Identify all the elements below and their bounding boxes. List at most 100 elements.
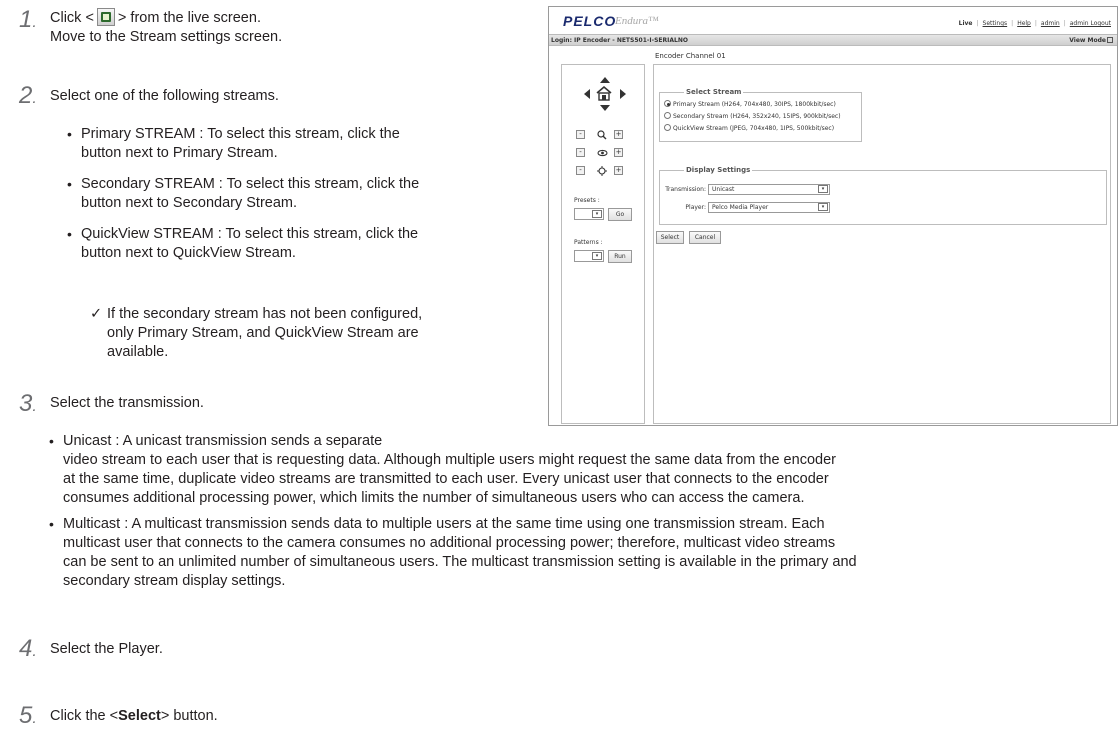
note-line: only Primary Stream, and QuickView Strea… <box>107 325 419 341</box>
step-1-text-b: > from the live screen. <box>117 10 261 26</box>
select-stream-legend: Select Stream <box>684 88 744 96</box>
ptz-panel: - + - + - + Presets : ▾ Go Patterns: ▾ … <box>561 64 645 424</box>
note-line: available. <box>107 344 169 360</box>
eye-icon <box>597 149 608 157</box>
presets-select[interactable]: ▾ <box>574 208 604 220</box>
bullet-line: at the same time, duplicate video stream… <box>63 471 829 487</box>
bullet-line: Primary STREAM : To select this stream, … <box>81 126 400 142</box>
chevron-down-icon: ▾ <box>818 185 828 193</box>
view-mode-icon[interactable] <box>1107 37 1113 43</box>
run-button[interactable]: Run <box>608 250 632 263</box>
login-bar: Login: IP Encoder - NETS501-I-SERIALNO V… <box>549 34 1117 46</box>
focus-row: - + <box>576 148 636 158</box>
transmission-bullet-unicast: • Unicast : A unicast transmission sends… <box>49 432 836 508</box>
stream-bullet-primary: • Primary STREAM : To select this stream… <box>67 125 400 163</box>
patterns-select[interactable]: ▾ <box>574 250 604 262</box>
step-number-2: 2 <box>19 82 37 110</box>
login-text: Login: IP Encoder - NETS501-I-SERIALNO <box>551 37 688 44</box>
top-links: Live | Settings | Help | admin | admin Logout <box>957 20 1113 27</box>
bullet-icon: • <box>67 126 72 142</box>
endura-logo: Endura™ <box>615 15 659 27</box>
focus-near-button[interactable]: - <box>576 148 585 157</box>
step-number-4: 4 <box>19 635 37 663</box>
player-value: Pelco Media Player <box>712 204 769 211</box>
step-number-5: 5 <box>19 702 37 730</box>
admin-link[interactable]: admin <box>1041 20 1060 27</box>
zoom-icon <box>597 130 607 140</box>
settings-link[interactable]: Settings <box>983 20 1008 27</box>
transmission-bullet-multicast: • Multicast : A multicast transmission s… <box>49 515 857 591</box>
pan-up-icon[interactable] <box>600 77 610 83</box>
transmission-label: Transmission: <box>665 186 706 193</box>
logout-link[interactable]: admin Logout <box>1070 20 1111 27</box>
display-settings-legend: Display Settings <box>684 166 753 174</box>
display-settings-group: Display Settings Transmission: Unicast ▾ … <box>659 166 1107 225</box>
link-separator: | <box>1063 20 1066 27</box>
screenshot-header: PELCO Endura™ Live | Settings | Help | admin | a… <box>549 7 1117 34</box>
chevron-down-icon: ▾ <box>818 203 828 211</box>
step-4-text: Select the Player. <box>50 641 163 657</box>
focus-far-button[interactable]: + <box>614 148 623 157</box>
bullet-icon: • <box>49 516 54 532</box>
secondary-stream-note: ✓ If the secondary stream has not been c… <box>90 305 423 362</box>
go-button[interactable]: Go <box>608 208 632 221</box>
pan-down-icon[interactable] <box>600 105 610 111</box>
link-separator: | <box>1011 20 1014 27</box>
quickview-stream-radio[interactable] <box>664 124 671 131</box>
bullet-icon: • <box>67 176 72 192</box>
transmission-select[interactable]: Unicast ▾ <box>708 184 830 195</box>
bullet-line: can be sent to an unlimited number of si… <box>63 554 857 570</box>
view-mode[interactable]: View Mode <box>1069 37 1113 44</box>
check-icon: ✓ <box>90 306 103 322</box>
home-icon[interactable] <box>595 85 613 102</box>
note-line: If the secondary stream has not been con… <box>107 306 423 322</box>
iris-open-button[interactable]: + <box>614 166 623 175</box>
live-link[interactable]: Live <box>959 20 973 27</box>
primary-stream-label: Primary Stream (H264, 704x480, 30IPS, 18… <box>673 101 836 108</box>
bullet-line: Unicast : A unicast transmission sends a… <box>63 433 383 449</box>
bullet-icon: • <box>67 226 72 242</box>
zoom-row: - + <box>576 130 636 140</box>
iris-icon <box>597 166 607 176</box>
player-label: Player: <box>685 204 706 211</box>
bullet-line: button next to Secondary Stream. <box>81 195 298 211</box>
player-select[interactable]: Pelco Media Player ▾ <box>708 202 830 213</box>
iris-close-button[interactable]: - <box>576 166 585 175</box>
secondary-stream-radio[interactable] <box>664 112 671 119</box>
live-settings-icon <box>96 8 115 26</box>
secondary-stream-option[interactable]: Secondary Stream (H264, 352x240, 15IPS, … <box>664 112 841 120</box>
quickview-stream-label: QuickView Stream (JPEG, 704x480, 1IPS, 5… <box>673 125 835 132</box>
step-5-post: > button. <box>160 708 218 724</box>
view-mode-label: View Mode <box>1069 37 1106 44</box>
channel-title: Encoder Channel 01 <box>655 52 726 60</box>
help-link[interactable]: Help <box>1017 20 1031 27</box>
settings-panel: Select Stream Primary Stream (H264, 704x… <box>653 64 1111 424</box>
step-3-text: Select the transmission. <box>50 395 204 411</box>
step-1-line-1: Click < > from the live screen. <box>50 8 261 28</box>
step-5-text: Click the <Select> button. <box>50 707 218 726</box>
bullet-line: video stream to each user that is reques… <box>63 452 836 468</box>
bullet-line: secondary stream display settings. <box>63 573 286 589</box>
chevron-down-icon: ▾ <box>592 210 602 218</box>
bullet-line: QuickView STREAM : To select this stream… <box>81 226 419 242</box>
iris-row: - + <box>576 166 636 176</box>
zoom-in-button[interactable]: + <box>614 130 623 139</box>
bullet-line: consumes additional processing power, wh… <box>63 490 805 506</box>
quickview-stream-option[interactable]: QuickView Stream (JPEG, 704x480, 1IPS, 5… <box>664 124 834 132</box>
select-button[interactable]: Select <box>656 231 684 244</box>
stream-settings-screenshot: PELCO Endura™ Live | Settings | Help | admin | a… <box>548 6 1118 426</box>
primary-stream-radio[interactable] <box>664 100 671 107</box>
bullet-line: multicast user that connects to the came… <box>63 535 836 551</box>
pan-left-icon[interactable] <box>584 89 590 99</box>
step-5-bold: Select <box>118 708 161 724</box>
zoom-out-button[interactable]: - <box>576 130 585 139</box>
secondary-stream-label: Secondary Stream (H264, 352x240, 15IPS, … <box>673 113 841 120</box>
step-number-1: 1 <box>19 6 37 34</box>
pan-right-icon[interactable] <box>620 89 626 99</box>
step-1-text-a: Click < <box>50 10 94 26</box>
cancel-button[interactable]: Cancel <box>689 231 721 244</box>
select-stream-group: Select Stream Primary Stream (H264, 704x… <box>659 88 862 142</box>
primary-stream-option[interactable]: Primary Stream (H264, 704x480, 30IPS, 18… <box>664 100 836 108</box>
link-separator: | <box>976 20 979 27</box>
stream-bullet-secondary: • Secondary STREAM : To select this stre… <box>67 175 419 213</box>
